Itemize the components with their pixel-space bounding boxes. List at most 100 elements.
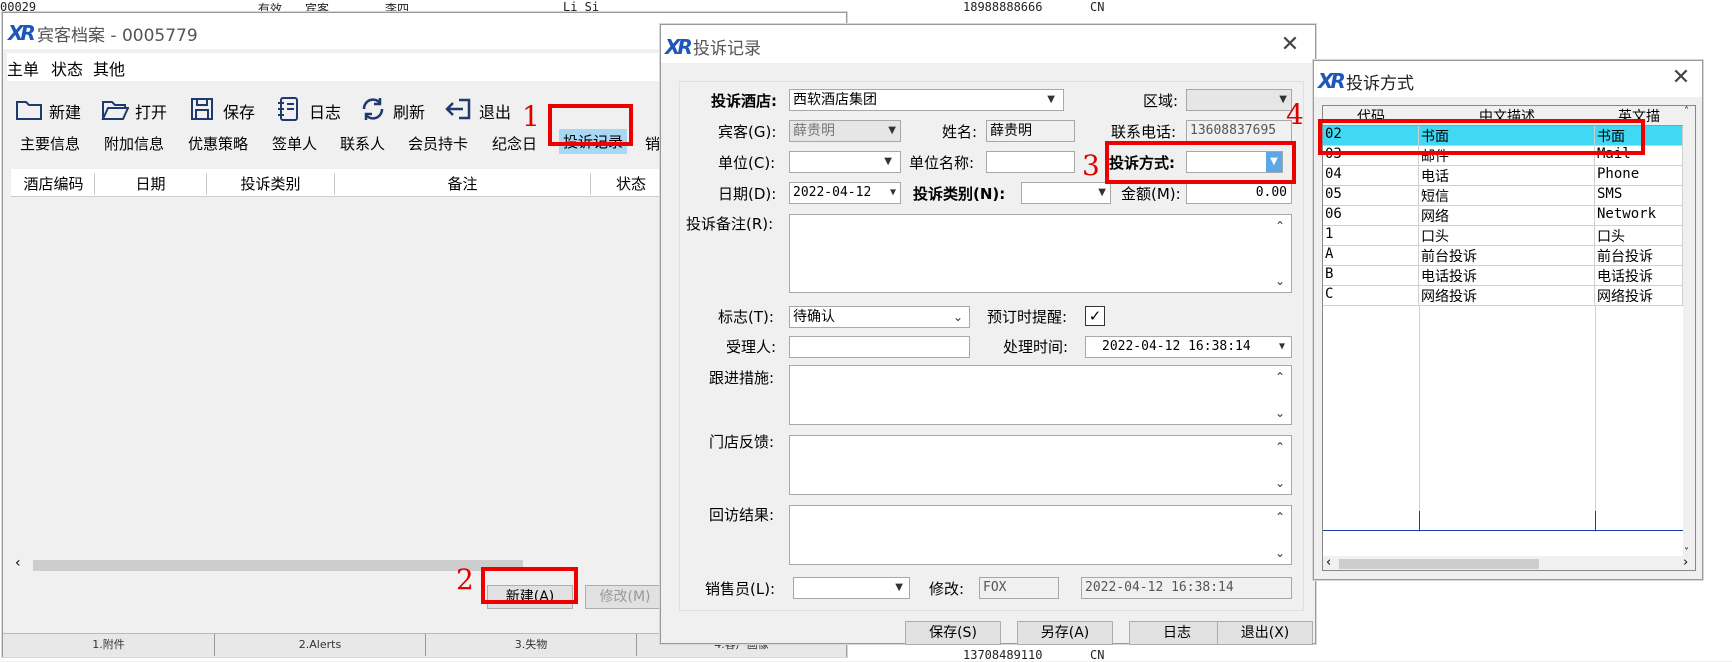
feedback-textarea[interactable]: ⌃ ⌄	[789, 435, 1292, 495]
column-hotel-code[interactable]: 酒店编码	[13, 173, 95, 195]
chevron-down-icon[interactable]: ⌄	[1271, 274, 1289, 288]
list-item[interactable]: A 前台投诉 前台投诉	[1323, 246, 1683, 266]
status-tab-alerts[interactable]: 2.Alerts	[215, 634, 426, 656]
chevron-down-icon[interactable]: ⌄	[1271, 476, 1289, 490]
guest-select[interactable]: 薛贵明 ▼	[789, 120, 901, 142]
cell-en: SMS	[1595, 186, 1683, 206]
modify-label: 修改:	[929, 580, 965, 598]
list-item[interactable]: 1 口头 口头	[1323, 226, 1683, 246]
menu-item-main[interactable]: 主单	[7, 56, 39, 80]
chevron-up-icon[interactable]: ⌃	[1271, 370, 1289, 384]
chevron-down-icon[interactable]: ▼	[1279, 337, 1285, 357]
tab-member-card[interactable]: 会员持卡	[408, 133, 468, 154]
chevron-down-icon[interactable]: ⌄	[1271, 406, 1289, 420]
chevron-up-icon[interactable]: ⌃	[1271, 219, 1289, 233]
list-item[interactable]: 04 电话 Phone	[1323, 166, 1683, 186]
xr-logo-icon: XR	[1318, 69, 1346, 93]
exit-button[interactable]: 退出(X)	[1217, 621, 1313, 645]
column-status[interactable]: 状态	[591, 173, 671, 195]
unit-name-field[interactable]	[986, 151, 1075, 173]
scroll-up-icon[interactable]: ˄	[1684, 106, 1689, 117]
scroll-thumb[interactable]	[33, 560, 523, 571]
folder-icon	[16, 101, 42, 120]
xr-logo-icon: XR	[665, 35, 693, 59]
menu-item-status[interactable]: 状态	[51, 56, 83, 80]
chevron-down-icon[interactable]: ▼	[1047, 90, 1055, 110]
vertical-scrollbar[interactable]: ˄ ˅	[1683, 106, 1695, 558]
scroll-left-icon[interactable]: ‹	[1326, 555, 1331, 570]
tab-anniversary[interactable]: 纪念日	[492, 133, 537, 154]
open-folder-icon	[101, 101, 129, 120]
feedback-label: 门店反馈:	[709, 433, 775, 451]
date-label: 日期(D):	[718, 185, 777, 203]
tab-contacts[interactable]: 联系人	[340, 133, 385, 154]
log-button[interactable]: 日志	[1129, 621, 1225, 645]
phone-field[interactable]: 13608837695	[1186, 120, 1292, 142]
name-label: 姓名:	[942, 123, 978, 141]
remark-label: 投诉备注(R):	[686, 215, 774, 233]
list-item[interactable]: C 网络投诉 网络投诉	[1323, 286, 1683, 306]
menu-item-other[interactable]: 其他	[93, 56, 125, 80]
scroll-left-icon[interactable]: ‹	[15, 555, 21, 571]
chevron-down-icon[interactable]: ▼	[1098, 183, 1106, 203]
revisit-label: 回访结果:	[709, 506, 775, 524]
category-select[interactable]: ▼	[1021, 182, 1111, 204]
list-item[interactable]: 06 网络 Network	[1323, 206, 1683, 226]
tab-extra-info[interactable]: 附加信息	[104, 133, 164, 154]
cell-cn: 前台投诉	[1419, 246, 1595, 266]
followup-textarea[interactable]: ⌃ ⌄	[789, 365, 1292, 425]
close-icon[interactable]: ✕	[1666, 64, 1696, 92]
chevron-down-icon[interactable]: ▼	[895, 578, 903, 598]
chevron-down-icon[interactable]: ⌄	[1271, 546, 1289, 560]
handler-field[interactable]	[789, 336, 970, 358]
cell-code: 06	[1323, 206, 1419, 226]
horizontal-scrollbar[interactable]: ‹ ›	[1323, 555, 1695, 570]
status-tab-lost[interactable]: 3.失物	[426, 634, 637, 656]
tab-signer[interactable]: 签单人	[272, 133, 317, 154]
column-remark[interactable]: 备注	[335, 173, 591, 195]
revisit-textarea[interactable]: ⌃ ⌄	[789, 505, 1292, 565]
chevron-down-icon[interactable]: ▼	[884, 152, 892, 172]
tab-sales[interactable]: 销	[645, 133, 660, 154]
tab-main-info[interactable]: 主要信息	[20, 133, 80, 154]
remark-textarea[interactable]: ⌃ ⌄	[789, 214, 1292, 293]
amount-field[interactable]: 0.00	[1186, 182, 1292, 204]
cell-code: A	[1323, 246, 1419, 266]
remind-checkbox[interactable]: ✓	[1085, 306, 1105, 326]
scroll-right-icon[interactable]: ›	[1683, 555, 1688, 570]
column-category[interactable]: 投诉类别	[207, 173, 335, 195]
status-tab-attachments[interactable]: 1.附件	[3, 634, 215, 656]
save-icon	[191, 98, 213, 120]
scroll-thumb[interactable]	[1339, 559, 1539, 569]
flag-select[interactable]: 待确认 ⌄	[789, 306, 970, 328]
sales-select[interactable]: ▼	[793, 577, 910, 599]
name-field[interactable]: 薛贵明	[986, 120, 1075, 142]
tab-discount[interactable]: 优惠策略	[188, 133, 248, 154]
region-select[interactable]: ▼	[1186, 89, 1292, 111]
hotel-select[interactable]: 西软酒店集团 ▼	[789, 89, 1064, 111]
flag-label: 标志(T):	[718, 308, 774, 326]
highlight-box-method-field	[1105, 141, 1296, 184]
chevron-down-icon[interactable]: ▼	[888, 121, 896, 141]
chevron-up-icon[interactable]: ⌃	[1271, 510, 1289, 524]
edit-complaint-button[interactable]: 修改(M)	[585, 585, 665, 609]
column-date[interactable]: 日期	[95, 173, 207, 195]
handle-time-picker[interactable]: 2022-04-12 16:38:14 ▼	[1085, 336, 1292, 358]
window-title: 宾客档案 - 0005779	[37, 26, 198, 46]
save-button[interactable]: 保存(S)	[905, 621, 1001, 645]
list-item[interactable]: B 电话投诉 电话投诉	[1323, 266, 1683, 286]
cell-cn: 电话	[1419, 166, 1595, 186]
cell-en: Network	[1595, 206, 1683, 226]
list-item[interactable]: 05 短信 SMS	[1323, 186, 1683, 206]
chevron-down-icon[interactable]: ⌄	[953, 307, 963, 327]
date-picker[interactable]: 2022-04-12 ▼	[789, 182, 901, 204]
guest-label: 宾客(G):	[718, 123, 777, 141]
method-picker-titlebar: XR 投诉方式 ✕	[1314, 61, 1702, 97]
save-as-button[interactable]: 另存(A)	[1017, 621, 1113, 645]
close-icon[interactable]: ✕	[1275, 31, 1305, 59]
chevron-down-icon[interactable]: ▼	[890, 183, 896, 203]
chevron-up-icon[interactable]: ⌃	[1271, 440, 1289, 454]
cell-cn: 口头	[1419, 226, 1595, 246]
unit-select[interactable]: ▼	[789, 151, 901, 173]
cell-en: Phone	[1595, 166, 1683, 186]
